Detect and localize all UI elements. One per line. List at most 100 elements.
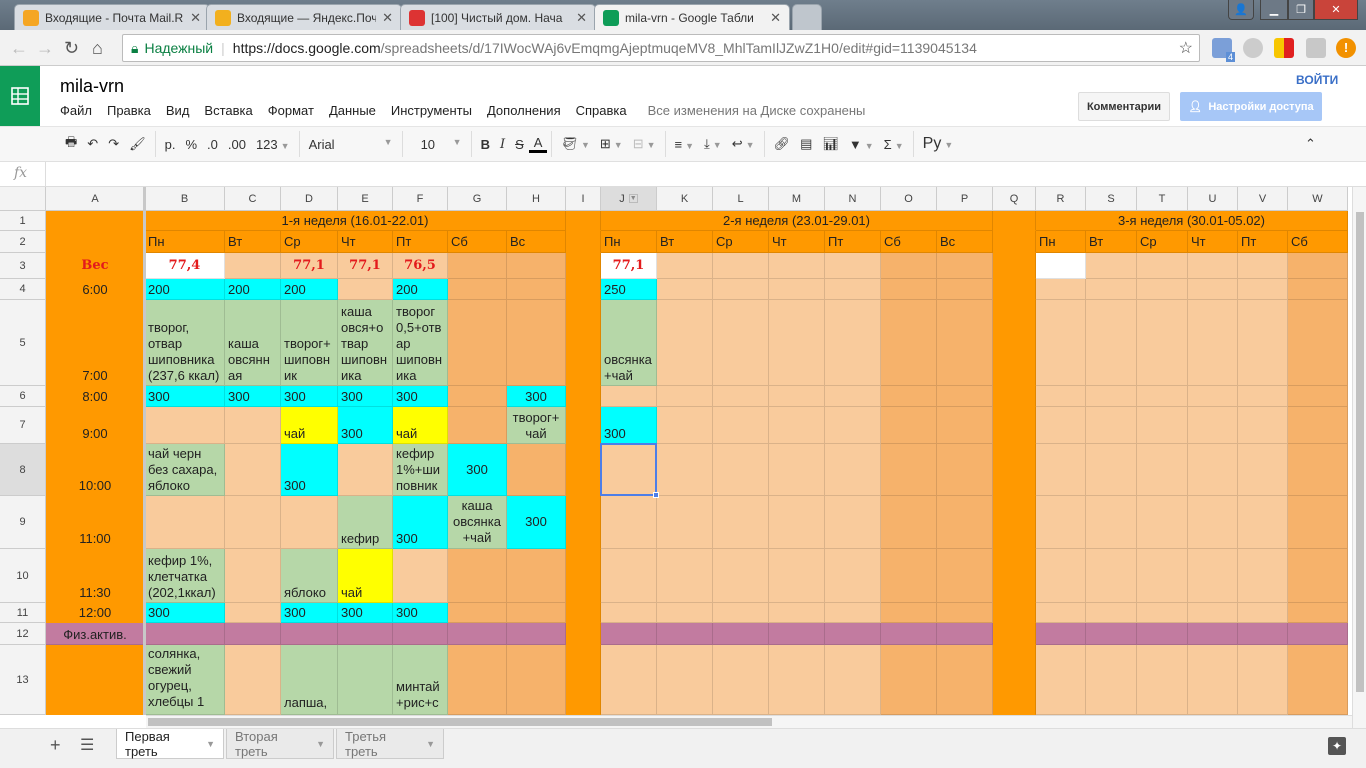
cell[interactable]	[993, 623, 1036, 645]
cell[interactable]	[825, 444, 881, 496]
cell[interactable]	[1137, 279, 1188, 300]
cell[interactable]	[1036, 603, 1086, 623]
cell[interactable]	[1137, 623, 1188, 645]
cell[interactable]: кефир 1%+шиповник	[393, 444, 448, 496]
cell[interactable]: 11:30	[46, 549, 145, 603]
cell[interactable]: творог 0,5+отвар шиповника	[393, 300, 448, 386]
cell[interactable]	[1188, 386, 1238, 407]
column-header[interactable]: E	[338, 187, 393, 211]
chart-icon[interactable]: 📊︎	[817, 136, 844, 152]
increase-decimal-button[interactable]: .00	[223, 137, 251, 152]
cell[interactable]	[1188, 549, 1238, 603]
cell[interactable]	[1137, 253, 1188, 279]
chevron-down-icon[interactable]: ▼	[206, 739, 215, 749]
cell[interactable]	[657, 603, 713, 623]
menu-item[interactable]: Вставка	[204, 103, 252, 118]
cell[interactable]	[825, 603, 881, 623]
cell[interactable]	[713, 496, 769, 549]
cell[interactable]	[1238, 603, 1288, 623]
row-header[interactable]: 8	[0, 444, 46, 496]
cell[interactable]	[1137, 603, 1188, 623]
cell[interactable]	[881, 444, 937, 496]
cell[interactable]	[657, 444, 713, 496]
cell[interactable]: кефир	[338, 496, 393, 549]
cell[interactable]	[713, 603, 769, 623]
percent-button[interactable]: %	[180, 137, 202, 152]
cell[interactable]	[507, 279, 566, 300]
cell[interactable]	[657, 496, 713, 549]
cell[interactable]	[566, 645, 601, 715]
cell[interactable]	[993, 496, 1036, 549]
row-header[interactable]: 6	[0, 386, 46, 407]
cell[interactable]	[448, 279, 507, 300]
font-size-dropdown[interactable]: 10 ▼	[407, 137, 467, 152]
cell[interactable]: 300	[281, 444, 338, 496]
cell[interactable]	[225, 645, 281, 715]
cell[interactable]: 300	[507, 386, 566, 407]
cell[interactable]	[1188, 645, 1238, 715]
cell[interactable]	[1188, 444, 1238, 496]
cell[interactable]	[1086, 386, 1137, 407]
cell[interactable]: 300	[393, 603, 448, 623]
cell[interactable]	[993, 231, 1036, 253]
cell[interactable]	[507, 300, 566, 386]
cell[interactable]: 77,1	[338, 253, 393, 279]
cell[interactable]: 200	[281, 279, 338, 300]
column-header[interactable]: S	[1086, 187, 1137, 211]
cell[interactable]: яблоко	[281, 549, 338, 603]
row-header[interactable]: 1	[0, 211, 46, 231]
cell[interactable]	[1288, 549, 1348, 603]
cell[interactable]: Пт	[1238, 231, 1288, 253]
cell[interactable]: 300	[393, 386, 448, 407]
comments-button[interactable]: Комментарии	[1078, 92, 1170, 121]
cell[interactable]	[566, 253, 601, 279]
cell[interactable]	[825, 407, 881, 444]
cell[interactable]	[507, 444, 566, 496]
cell[interactable]: 300	[393, 496, 448, 549]
close-window-button[interactable]: ✕	[1314, 0, 1358, 20]
profile-button[interactable]: 👤	[1228, 0, 1254, 20]
url-input[interactable]: 🔒︎ Надежный | https://docs.google.com/sp…	[122, 34, 1200, 62]
cell[interactable]	[1086, 279, 1137, 300]
cell[interactable]	[881, 549, 937, 603]
cell[interactable]	[601, 386, 657, 407]
cell[interactable]	[1238, 645, 1288, 715]
cell[interactable]	[1137, 444, 1188, 496]
cell[interactable]: Сб	[1288, 231, 1348, 253]
cell[interactable]	[601, 623, 657, 645]
cell[interactable]	[713, 645, 769, 715]
cell[interactable]	[657, 623, 713, 645]
align-left-icon[interactable]: ≡ ▼	[670, 137, 700, 152]
cell[interactable]	[225, 603, 281, 623]
menu-item[interactable]: Файл	[60, 103, 92, 118]
vertical-scroll-thumb[interactable]	[1356, 212, 1364, 692]
cell[interactable]	[713, 407, 769, 444]
cell[interactable]	[1288, 496, 1348, 549]
week-title[interactable]: 3-я неделя (30.01-05.02)	[1036, 211, 1348, 231]
cell[interactable]	[507, 253, 566, 279]
cell[interactable]	[993, 407, 1036, 444]
cell[interactable]: чай	[393, 407, 448, 444]
column-header[interactable]: W	[1288, 187, 1348, 211]
cell[interactable]	[1188, 496, 1238, 549]
close-tab-icon[interactable]: ✕	[770, 10, 781, 26]
row-header[interactable]: 12	[0, 623, 46, 645]
cell[interactable]	[769, 496, 825, 549]
cell[interactable]	[825, 645, 881, 715]
cell[interactable]	[713, 300, 769, 386]
forward-icon[interactable]: →	[36, 38, 54, 59]
cell[interactable]: Пн	[601, 231, 657, 253]
cell[interactable]	[507, 549, 566, 603]
cell[interactable]: 6:00	[46, 279, 145, 300]
cell[interactable]	[1188, 253, 1238, 279]
cell[interactable]: Ср	[1137, 231, 1188, 253]
close-tab-icon[interactable]: ✕	[576, 10, 587, 26]
column-header[interactable]: G	[448, 187, 507, 211]
cell[interactable]	[1086, 300, 1137, 386]
cell[interactable]	[448, 386, 507, 407]
input-tools-button[interactable]: Ру ▼	[918, 135, 959, 153]
menu-item[interactable]: Правка	[107, 103, 151, 118]
cell[interactable]: каша овся+отвар шиповника	[338, 300, 393, 386]
cell[interactable]	[937, 407, 993, 444]
merge-cells-icon[interactable]: ⊟ ▼	[628, 136, 661, 152]
